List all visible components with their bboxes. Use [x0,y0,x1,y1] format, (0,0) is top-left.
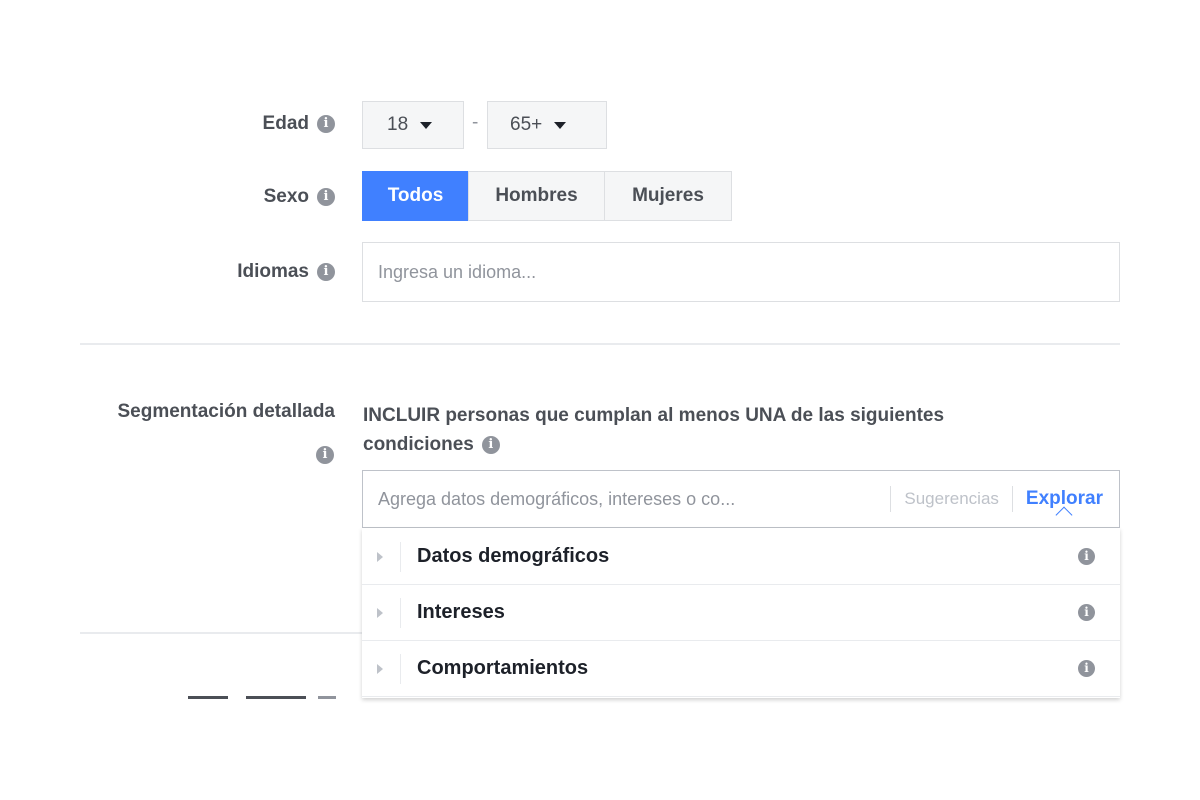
age-min-value: 18 [387,114,409,135]
category-row-demographics[interactable]: Datos demográficos i [362,529,1120,585]
divider [1011,486,1013,512]
expand-triangle-icon[interactable] [377,607,383,618]
gender-option-todos[interactable]: Todos [362,171,469,221]
languages-label: Idiomas [237,261,309,282]
browse-tab-label: Explorar [1025,488,1103,509]
age-max-value: 65+ [510,114,543,135]
gender-option-mujeres[interactable]: Mujeres [604,171,732,221]
pointer-caret-icon [1055,506,1073,524]
divider [400,653,401,684]
info-icon[interactable]: i [317,263,335,281]
browse-tab[interactable]: Explorar [1025,488,1103,524]
language-input[interactable]: Ingresa un idioma... [362,242,1120,302]
info-icon[interactable]: i [316,446,334,464]
age-label-row: Edad i [263,113,335,135]
category-label: Comportamientos [417,657,589,679]
language-input-placeholder: Ingresa un idioma... [378,261,537,282]
category-label: Intereses [417,601,505,623]
suggestions-tab[interactable]: Sugerencias [904,489,999,509]
detailed-targeting-search-placeholder: Agrega datos demográficos, intereses o c… [378,488,736,509]
detailed-targeting-search[interactable]: Agrega datos demográficos, intereses o c… [362,470,1120,528]
divider [890,486,892,512]
info-icon[interactable]: i [1078,548,1095,565]
expand-triangle-icon[interactable] [377,663,383,674]
detailed-targeting-label: Segmentación detallada [117,401,335,423]
category-label: Datos demográficos [417,545,610,567]
caret-down-icon [420,121,433,129]
section-divider [80,343,1120,345]
category-row-behaviors[interactable]: Comportamientos i [362,641,1120,697]
divider [400,541,401,572]
include-condition-line2: condiciones [363,434,474,455]
info-icon[interactable]: i [317,115,335,133]
age-range-separator: - [472,112,479,133]
cutoff-label-fragment [180,694,340,700]
detailed-targeting-label-text: Segmentación detallada [117,401,335,422]
include-condition-text: INCLUIR personas que cumplan al menos UN… [363,401,944,459]
info-icon[interactable]: i [317,188,335,206]
gender-option-hombres[interactable]: Hombres [468,171,605,221]
expand-triangle-icon[interactable] [377,551,383,562]
age-min-select[interactable]: 18 [362,101,464,149]
include-condition-line1: INCLUIR personas que cumplan al menos UN… [363,405,945,426]
info-icon[interactable]: i [1078,660,1095,677]
category-row-interests[interactable]: Intereses i [362,585,1120,641]
info-icon[interactable]: i [1078,604,1095,621]
divider [400,597,401,628]
info-icon[interactable]: i [481,435,500,454]
gender-label: Sexo [263,186,309,207]
caret-down-icon [554,121,567,129]
gender-label-row: Sexo i [264,186,335,208]
languages-label-row: Idiomas i [237,261,335,283]
section-divider [80,632,362,634]
age-label: Edad [262,113,309,134]
age-max-select[interactable]: 65+ [487,101,607,149]
